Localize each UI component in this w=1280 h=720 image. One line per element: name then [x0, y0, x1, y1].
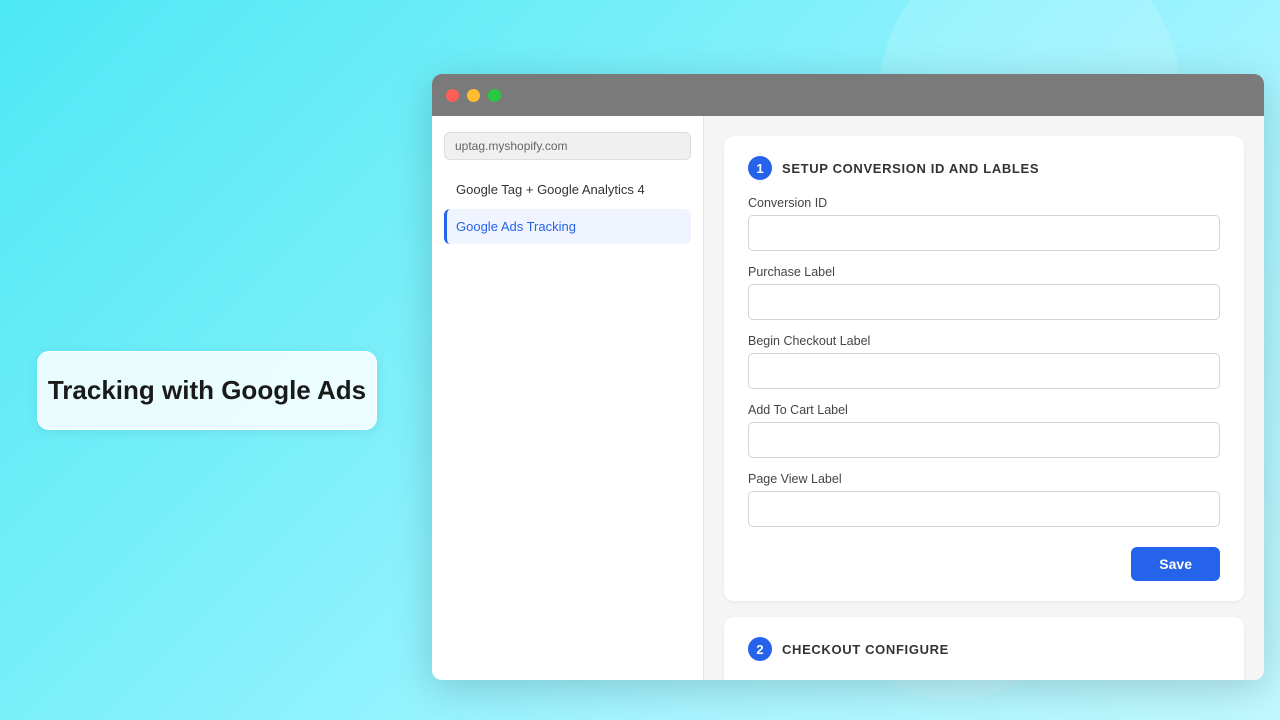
setup-conversion-card: 1 SETUP CONVERSION ID AND LABLES Convers…	[724, 136, 1244, 601]
purchase-label-label: Purchase Label	[748, 265, 1220, 279]
conversion-id-group: Conversion ID	[748, 196, 1220, 251]
sidebar-url: uptag.myshopify.com	[444, 132, 691, 160]
purchase-label-input[interactable]	[748, 284, 1220, 320]
page-view-group: Page View Label	[748, 472, 1220, 527]
page-view-label: Page View Label	[748, 472, 1220, 486]
section2-title: CHECKOUT CONFIGURE	[782, 642, 949, 657]
add-to-cart-input[interactable]	[748, 422, 1220, 458]
page-view-input[interactable]	[748, 491, 1220, 527]
purchase-label-group: Purchase Label	[748, 265, 1220, 320]
section1-title: SETUP CONVERSION ID AND LABLES	[782, 161, 1039, 176]
sidebar-item-google-tag[interactable]: Google Tag + Google Analytics 4	[444, 172, 691, 207]
save-button-row: Save	[748, 541, 1220, 581]
label-box-text: Tracking with Google Ads	[48, 375, 366, 406]
maximize-button[interactable]	[488, 89, 501, 102]
step1-badge: 1	[748, 156, 772, 180]
add-to-cart-label: Add To Cart Label	[748, 403, 1220, 417]
main-content: 1 SETUP CONVERSION ID AND LABLES Convers…	[704, 116, 1264, 680]
minimize-button[interactable]	[467, 89, 480, 102]
title-bar	[432, 74, 1264, 116]
conversion-id-label: Conversion ID	[748, 196, 1220, 210]
checkout-configure-card: 2 CHECKOUT CONFIGURE Open your Shopify A…	[724, 617, 1244, 680]
begin-checkout-input[interactable]	[748, 353, 1220, 389]
conversion-id-input[interactable]	[748, 215, 1220, 251]
browser-content: uptag.myshopify.com Google Tag + Google …	[432, 116, 1264, 680]
checkout-description: Open your Shopify Admin > Go to the Chec…	[748, 677, 1220, 680]
browser-window: uptag.myshopify.com Google Tag + Google …	[432, 74, 1264, 680]
begin-checkout-group: Begin Checkout Label	[748, 334, 1220, 389]
step2-badge: 2	[748, 637, 772, 661]
save-button[interactable]: Save	[1131, 547, 1220, 581]
section1-header: 1 SETUP CONVERSION ID AND LABLES	[748, 156, 1220, 180]
close-button[interactable]	[446, 89, 459, 102]
begin-checkout-label: Begin Checkout Label	[748, 334, 1220, 348]
label-box: Tracking with Google Ads	[37, 351, 377, 430]
sidebar: uptag.myshopify.com Google Tag + Google …	[432, 116, 704, 680]
section2-header: 2 CHECKOUT CONFIGURE	[748, 637, 1220, 661]
add-to-cart-group: Add To Cart Label	[748, 403, 1220, 458]
sidebar-item-google-ads[interactable]: Google Ads Tracking	[444, 209, 691, 244]
